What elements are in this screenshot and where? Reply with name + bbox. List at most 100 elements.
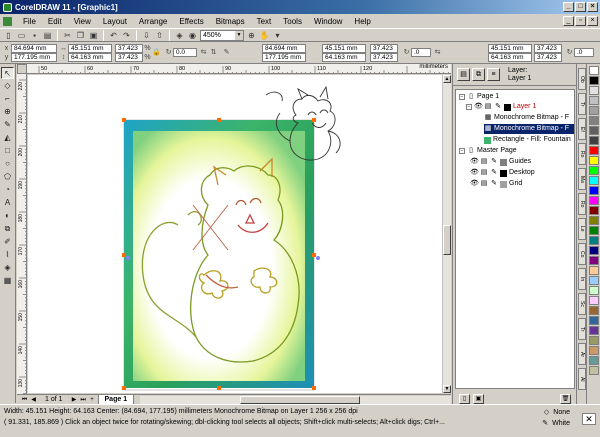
lock-ratio-icon[interactable]: 🔒 [152, 48, 161, 57]
new-icon[interactable]: ▯ [3, 30, 14, 41]
maximize-button[interactable]: □ [575, 2, 586, 12]
coreldraw-app-icon[interactable] [3, 2, 12, 12]
rotation-angle-field-2[interactable]: .0 [411, 48, 431, 57]
undo-icon[interactable]: ↶ [108, 30, 119, 41]
color-swatch[interactable] [588, 66, 599, 75]
last-page-icon[interactable]: ⏭ [80, 396, 87, 404]
ruler-origin[interactable] [17, 64, 27, 74]
color-swatch[interactable] [588, 366, 599, 375]
docker-tab-1[interactable]: Tr [578, 93, 586, 115]
menu-effects[interactable]: Effects [174, 17, 208, 26]
chevron-down-icon[interactable]: ▼ [235, 30, 243, 40]
docker-tab-8[interactable]: In [578, 268, 586, 290]
save-icon[interactable]: ▪ [29, 30, 40, 41]
edit-bitmap-icon[interactable]: ✎ [222, 48, 231, 57]
color-swatch[interactable] [588, 126, 599, 135]
fill-indicator[interactable]: ◇ None [544, 408, 570, 417]
document-icon[interactable] [3, 16, 12, 26]
polygon-tool-icon[interactable]: ⬠ [1, 171, 14, 183]
edit-across-layers-icon[interactable]: ⧉ [472, 68, 485, 81]
color-swatch[interactable] [588, 346, 599, 355]
docker-tab-11[interactable]: Ar [578, 343, 586, 365]
menu-help[interactable]: Help [349, 17, 375, 26]
doc-restore-button[interactable]: ▫ [575, 16, 586, 26]
color-swatch[interactable] [588, 196, 599, 205]
height-field-2[interactable]: 64.163 mm [322, 53, 366, 62]
color-swatch[interactable] [588, 336, 599, 345]
width-field-2[interactable]: 45.151 mm [322, 44, 366, 53]
height-field[interactable]: 64.163 mm [68, 53, 112, 62]
smart-fill-icon[interactable]: ◭ [1, 132, 14, 144]
freehand-tool-icon[interactable]: ✎ [1, 119, 14, 131]
tree-item-rectangle[interactable]: Rectangle - Fill: Fountain [484, 135, 571, 145]
width-field-3[interactable]: 45.151 mm [488, 44, 532, 53]
y-position-field[interactable]: 177.195 mm [11, 53, 57, 62]
tree-master-page[interactable]: − ▯ Master Page [459, 146, 517, 156]
outline-tool-icon[interactable]: ⌇ [1, 249, 14, 261]
color-swatch[interactable] [588, 226, 599, 235]
corel-online-icon[interactable]: ◉ [187, 30, 198, 41]
text-tool-icon[interactable]: A [1, 197, 14, 209]
menu-window[interactable]: Window [309, 17, 347, 26]
scroll-down-icon[interactable]: ▼ [443, 385, 451, 393]
horizontal-scrollbar[interactable] [140, 395, 451, 404]
copy-icon[interactable]: ❐ [75, 30, 86, 41]
menu-bitmaps[interactable]: Bitmaps [211, 17, 250, 26]
interactive-transparency-icon[interactable]: ▦ [1, 275, 14, 287]
pencil-icon[interactable]: ✎ [494, 103, 502, 111]
color-swatch[interactable] [588, 296, 599, 305]
prev-page-icon[interactable]: ◀ [30, 396, 37, 404]
color-swatch[interactable] [588, 216, 599, 225]
scale-width-field-3[interactable]: 37.423 [534, 44, 562, 53]
print-icon[interactable]: ▤ [42, 30, 53, 41]
collapse-icon[interactable]: − [459, 94, 465, 100]
color-swatch[interactable] [588, 256, 599, 265]
open-icon[interactable]: ▭ [16, 30, 27, 41]
color-swatch[interactable] [588, 246, 599, 255]
doc-minimize-button[interactable]: _ [563, 16, 574, 26]
collapse-icon[interactable]: − [459, 148, 465, 154]
color-swatch[interactable] [588, 316, 599, 325]
color-swatch[interactable] [588, 206, 599, 215]
docker-tab-3[interactable]: Ro [578, 143, 586, 165]
height-field-3[interactable]: 64.163 mm [488, 53, 532, 62]
page-tab[interactable]: Page 1 [97, 394, 135, 405]
color-swatch[interactable] [588, 76, 599, 85]
eyedropper-icon[interactable]: ✐ [1, 236, 14, 248]
scroll-up-icon[interactable]: ▲ [443, 75, 451, 83]
docker-tab-6[interactable]: Le [578, 218, 586, 240]
printer-icon[interactable]: ▤ [484, 103, 492, 111]
color-swatch[interactable] [588, 106, 599, 115]
width-field[interactable]: 45.151 mm [68, 44, 112, 53]
color-swatch[interactable] [588, 96, 599, 105]
interactive-blend-icon[interactable]: ⧉ [1, 223, 14, 235]
paste-icon[interactable]: ▣ [88, 30, 99, 41]
color-swatch[interactable] [588, 136, 599, 145]
printer-icon[interactable]: ▤ [480, 180, 488, 188]
printer-icon[interactable]: ▤ [480, 169, 488, 177]
color-swatch[interactable] [588, 276, 599, 285]
y-position-field-2[interactable]: 177.195 mm [262, 53, 306, 62]
zoom-level-select[interactable]: 450% ▼ [200, 29, 244, 41]
menu-arrange[interactable]: Arrange [134, 17, 172, 26]
options-icon[interactable]: ▾ [272, 30, 283, 41]
scale-width-field-2[interactable]: 37.423 [370, 44, 398, 53]
docker-tab-5[interactable]: Ro [578, 193, 586, 215]
pencil-icon[interactable]: ✎ [490, 180, 498, 188]
x-position-field[interactable]: 84.694 mm [11, 44, 57, 53]
tree-grid[interactable]: 👁 ▤ ✎ Grid [470, 179, 522, 189]
cut-icon[interactable]: ✂ [62, 30, 73, 41]
vertical-ruler[interactable]: 220 210 200 190 180 170 160 150 140 130 [17, 74, 27, 394]
pencil-icon[interactable]: ✎ [490, 158, 498, 166]
close-button[interactable]: × [587, 2, 598, 12]
rotation-angle-field[interactable]: 0.0 [173, 48, 197, 57]
color-swatch[interactable] [588, 286, 599, 295]
menu-layout[interactable]: Layout [98, 17, 132, 26]
docker-tab-0[interactable]: Ob [578, 68, 586, 90]
zoom-icon[interactable]: ⊕ [246, 30, 257, 41]
menu-file[interactable]: File [18, 17, 41, 26]
printer-icon[interactable]: ▤ [480, 158, 488, 166]
drawing-canvas[interactable] [28, 75, 451, 393]
minimize-button[interactable]: _ [563, 2, 574, 12]
tree-page-1[interactable]: − ▯ Page 1 [459, 92, 499, 102]
